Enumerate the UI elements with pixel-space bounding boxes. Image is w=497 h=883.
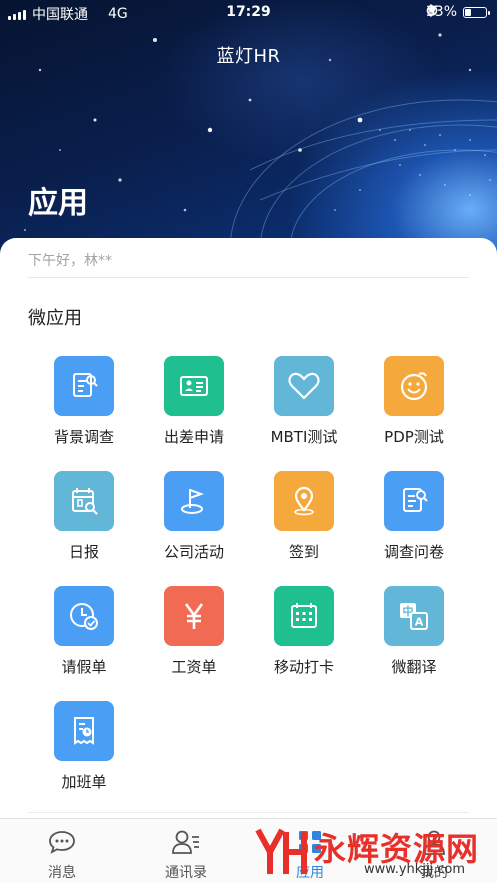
- app-payslip[interactable]: 工资单: [139, 586, 249, 696]
- app-label: 移动打卡: [273, 658, 334, 676]
- status-time: 17:29: [226, 4, 271, 20]
- svg-text:A: A: [415, 616, 424, 629]
- page-heading: 应用: [28, 186, 88, 221]
- app-label: 请假单: [61, 658, 107, 676]
- divider: [28, 812, 469, 813]
- status-right: 33%: [426, 4, 490, 20]
- app-label: 公司活动: [163, 543, 224, 561]
- app-icon-tile: [54, 471, 114, 531]
- app-title: 蓝灯HR: [216, 46, 281, 67]
- location-pin-icon: [294, 486, 314, 516]
- app-label: 加班单: [61, 773, 107, 791]
- profile-icon: [419, 827, 449, 857]
- starfield-background: [24, 33, 497, 270]
- app-label: 工资单: [171, 658, 217, 676]
- tab-profile[interactable]: 我的: [372, 819, 496, 883]
- questionnaire-icon: [403, 488, 428, 512]
- yen-icon: [184, 603, 204, 629]
- app-check-in[interactable]: 签到: [249, 471, 359, 581]
- tab-label: 我的: [420, 865, 448, 881]
- app-icon-tile: [384, 356, 444, 416]
- tab-label: 消息: [48, 865, 76, 881]
- smiley-icon: [400, 372, 428, 401]
- app-label: PDP测试: [384, 428, 444, 446]
- app-business-trip[interactable]: 出差申请: [139, 356, 249, 466]
- app-daily-report[interactable]: 日报: [29, 471, 139, 581]
- status-bar: 中国联通 4G 17:29 33%: [0, 0, 497, 26]
- app-label: 微翻译: [391, 658, 437, 676]
- app-icon-tile: [384, 471, 444, 531]
- app-overtime-request[interactable]: 加班单: [29, 701, 139, 811]
- app-label: 日报: [68, 543, 99, 561]
- translate-icon: 中 A: [400, 603, 428, 630]
- app-icon-tile: [274, 586, 334, 646]
- calendar-search-icon: [72, 488, 98, 515]
- app-label: 出差申请: [163, 428, 224, 446]
- tab-label: 通讯录: [165, 865, 207, 881]
- app-mobile-clock-in[interactable]: 移动打卡: [249, 586, 359, 696]
- bluetooth-icon: [427, 4, 435, 17]
- clock-check-icon: [70, 603, 98, 630]
- section-title: 微应用: [28, 308, 82, 329]
- app-mbti-test[interactable]: MBTI测试: [249, 356, 359, 466]
- content-card: 下午好，林** 微应用 背景调查 出差申请 MBTI测试 PDP测试 日报 公司…: [0, 238, 497, 818]
- tab-contacts[interactable]: 通讯录: [124, 819, 248, 883]
- tab-apps[interactable]: 应用: [248, 819, 372, 883]
- app-icon-tile: [164, 356, 224, 416]
- heart-icon: [288, 372, 320, 400]
- app-icon-tile: [274, 471, 334, 531]
- app-translate[interactable]: 中 A 微翻译: [359, 586, 469, 696]
- app-icon-tile: [54, 586, 114, 646]
- app-background-check[interactable]: 背景调查: [29, 356, 139, 466]
- battery-icon: [463, 6, 490, 18]
- app-label: 调查问卷: [383, 543, 444, 561]
- app-icon-tile: [164, 586, 224, 646]
- id-card-icon: [180, 376, 208, 396]
- chat-bubble-icon: [47, 827, 77, 857]
- app-pdp-test[interactable]: PDP测试: [359, 356, 469, 466]
- receipt-clock-icon: [74, 717, 94, 745]
- calendar-grid-icon: [291, 603, 317, 628]
- app-icon-tile: 中 A: [384, 586, 444, 646]
- tab-messages[interactable]: 消息: [0, 819, 124, 883]
- document-search-icon: [73, 373, 98, 397]
- bottom-tab-bar: 消息 通讯录 应用 我的: [0, 818, 497, 883]
- flag-icon: [181, 489, 204, 514]
- hero-header: 中国联通 4G 17:29 33% 蓝灯HR 应用: [0, 0, 497, 270]
- tab-label: 应用: [296, 865, 324, 881]
- app-icon-tile: [54, 356, 114, 416]
- greeting-text: 下午好，林**: [28, 253, 112, 269]
- app-leave-request[interactable]: 请假单: [29, 586, 139, 696]
- app-label: 签到: [288, 543, 319, 561]
- app-label: 背景调查: [53, 428, 114, 446]
- apps-icon: [295, 827, 325, 857]
- contacts-icon: [171, 827, 201, 857]
- divider: [28, 277, 469, 278]
- app-label: MBTI测试: [270, 428, 338, 446]
- app-icon-tile: [274, 356, 334, 416]
- app-icon-tile: [54, 701, 114, 761]
- app-company-events[interactable]: 公司活动: [139, 471, 249, 581]
- app-icon-tile: [164, 471, 224, 531]
- app-survey[interactable]: 调查问卷: [359, 471, 469, 581]
